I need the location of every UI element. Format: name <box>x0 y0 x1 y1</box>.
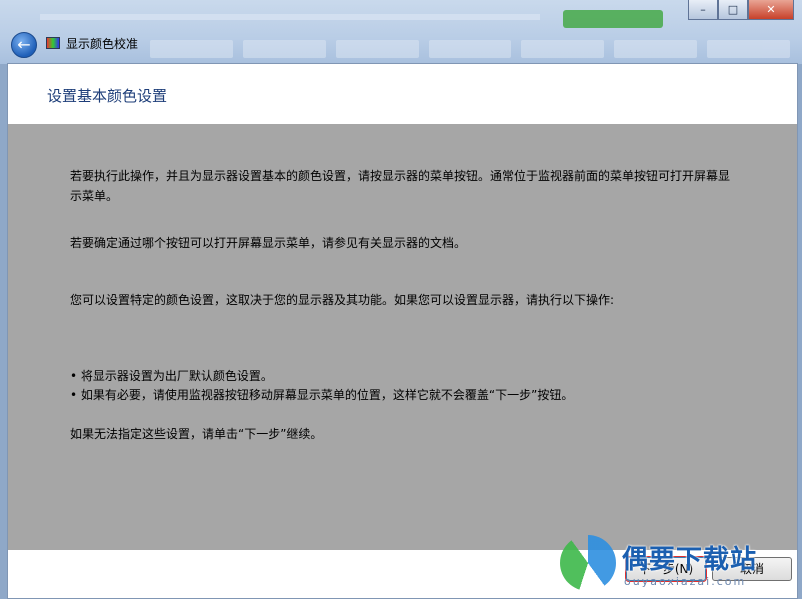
window-controls: – □ ✕ <box>688 0 794 20</box>
watermark-brand: 偶要下载站 <box>622 545 758 575</box>
instruction-paragraph-1: 若要执行此操作，并且为显示器设置基本的颜色设置，请按显示器的菜单按钮。通常位于监… <box>70 169 731 203</box>
instruction-paragraph-2: 若要确定通过哪个按钮可以打开屏幕显示菜单，请参见有关显示器的文档。 <box>70 236 467 250</box>
minimize-button[interactable]: – <box>688 0 718 20</box>
display-color-icon <box>46 37 60 49</box>
close-button[interactable]: ✕ <box>748 0 794 20</box>
closing-paragraph: 如果无法指定这些设置，请单击“下一步”继续。 <box>70 427 323 441</box>
title-bar: ← 显示颜色校准 <box>0 28 802 60</box>
background-green-button <box>563 10 663 28</box>
wizard-panel: 设置基本颜色设置 若要执行此操作，并且为显示器设置基本的颜色设置，请按显示器的菜… <box>7 63 798 599</box>
maximize-button[interactable]: □ <box>718 0 748 20</box>
bullet-item-2: • 如果有必要，请使用监视器按钮移动屏幕显示菜单的位置，这样它就不会覆盖“下一步… <box>70 388 574 402</box>
watermark-logo-icon <box>560 535 616 591</box>
background-address-bar <box>40 14 540 20</box>
instruction-paragraph-3: 您可以设置特定的颜色设置，这取决于您的显示器及其功能。如果您可以设置显示器，请执… <box>70 293 615 307</box>
watermark-domain: ouyaoxiazai.com <box>624 575 747 588</box>
watermark: 偶要下载站 ouyaoxiazai.com <box>560 535 800 595</box>
bullet-item-1: • 将显示器设置为出厂默认颜色设置。 <box>70 369 273 383</box>
back-arrow-icon[interactable]: ← <box>11 32 37 58</box>
content-area: 若要执行此操作，并且为显示器设置基本的颜色设置，请按显示器的菜单按钮。通常位于监… <box>8 124 797 550</box>
window-title: 显示颜色校准 <box>66 37 139 51</box>
page-title: 设置基本颜色设置 <box>47 87 168 105</box>
